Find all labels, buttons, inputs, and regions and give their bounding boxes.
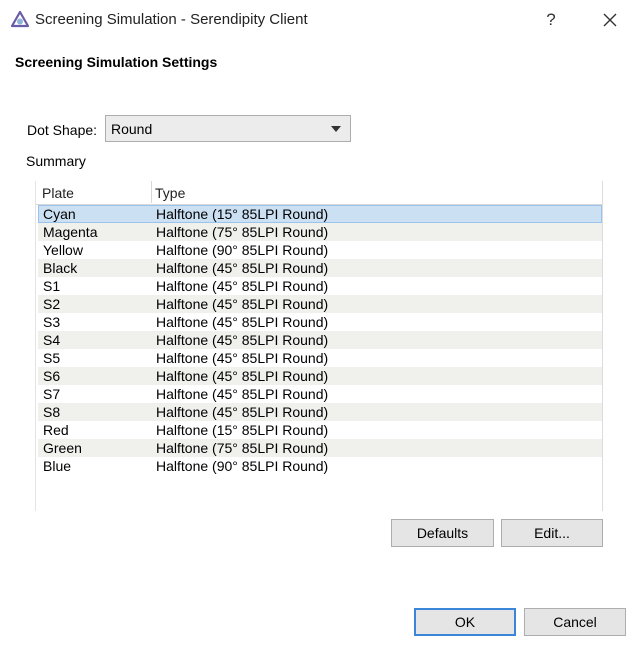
type-cell: Halftone (90° 85LPI Round) — [156, 242, 329, 258]
type-cell: Halftone (45° 85LPI Round) — [156, 260, 329, 276]
plate-cell: Black — [43, 260, 78, 276]
type-cell: Halftone (75° 85LPI Round) — [156, 440, 329, 456]
type-cell: Halftone (45° 85LPI Round) — [156, 386, 329, 402]
dot-shape-value: Round — [111, 121, 153, 137]
type-cell: Halftone (45° 85LPI Round) — [156, 368, 329, 384]
table-row[interactable]: Cyan Halftone (15° 85LPI Round) — [38, 205, 602, 223]
column-header-plate[interactable]: Plate — [42, 185, 74, 201]
title-bar: Screening Simulation - Serendipity Clien… — [0, 0, 640, 40]
type-cell: Halftone (45° 85LPI Round) — [156, 350, 329, 366]
summary-table[interactable]: Plate Type Cyan Halftone (15° 85LPI Round… — [35, 181, 603, 511]
app-logo-icon — [10, 10, 30, 28]
plate-cell: Yellow — [43, 242, 83, 258]
plate-cell: S5 — [43, 350, 61, 366]
dot-shape-label: Dot Shape: — [27, 122, 98, 138]
cancel-button[interactable]: Cancel — [524, 608, 626, 636]
plate-cell: Green — [43, 440, 82, 456]
defaults-button[interactable]: Defaults — [391, 519, 494, 547]
table-header: Plate Type — [36, 181, 602, 205]
plate-cell: S4 — [43, 332, 61, 348]
type-cell: Halftone (45° 85LPI Round) — [156, 404, 329, 420]
dot-shape-select[interactable]: Round — [105, 115, 351, 142]
ok-button[interactable]: OK — [414, 608, 516, 636]
table-row[interactable]: S8 Halftone (45° 85LPI Round) — [38, 403, 602, 421]
table-row[interactable]: Yellow Halftone (90° 85LPI Round) — [38, 241, 602, 259]
type-cell: Halftone (45° 85LPI Round) — [156, 278, 329, 294]
page-title: Screening Simulation Settings — [15, 54, 218, 70]
plate-cell: Magenta — [43, 224, 98, 240]
table-row[interactable]: Green Halftone (75° 85LPI Round) — [38, 439, 602, 457]
plate-cell: S2 — [43, 296, 61, 312]
table-row[interactable]: Red Halftone (15° 85LPI Round) — [38, 421, 602, 439]
summary-label: Summary — [26, 153, 86, 169]
table-row[interactable]: S5 Halftone (45° 85LPI Round) — [38, 349, 602, 367]
type-cell: Halftone (90° 85LPI Round) — [156, 458, 329, 474]
table-row[interactable]: Magenta Halftone (75° 85LPI Round) — [38, 223, 602, 241]
edit-button[interactable]: Edit... — [501, 519, 603, 547]
type-cell: Halftone (45° 85LPI Round) — [156, 314, 329, 330]
type-cell: Halftone (45° 85LPI Round) — [156, 332, 329, 348]
plate-cell: S6 — [43, 368, 61, 384]
table-row[interactable]: Blue Halftone (90° 85LPI Round) — [38, 457, 602, 475]
plate-cell: Blue — [43, 458, 72, 474]
close-icon[interactable] — [596, 6, 624, 34]
table-row[interactable]: S1 Halftone (45° 85LPI Round) — [38, 277, 602, 295]
table-row[interactable]: S4 Halftone (45° 85LPI Round) — [38, 331, 602, 349]
table-row[interactable]: S7 Halftone (45° 85LPI Round) — [38, 385, 602, 403]
plate-cell: S8 — [43, 404, 61, 420]
window-title: Screening Simulation - Serendipity Clien… — [35, 11, 308, 28]
column-header-type[interactable]: Type — [155, 185, 185, 201]
table-row[interactable]: S6 Halftone (45° 85LPI Round) — [38, 367, 602, 385]
plate-cell: S1 — [43, 278, 61, 294]
table-row[interactable]: Black Halftone (45° 85LPI Round) — [38, 259, 602, 277]
type-cell: Halftone (45° 85LPI Round) — [156, 296, 329, 312]
table-row[interactable]: S3 Halftone (45° 85LPI Round) — [38, 313, 602, 331]
help-button[interactable]: ? — [541, 8, 561, 32]
plate-cell: S3 — [43, 314, 61, 330]
plate-cell: Cyan — [43, 206, 76, 222]
plate-cell: S7 — [43, 386, 61, 402]
chevron-down-icon — [331, 126, 341, 132]
table-row[interactable]: S2 Halftone (45° 85LPI Round) — [38, 295, 602, 313]
plate-cell: Red — [43, 422, 69, 438]
type-cell: Halftone (75° 85LPI Round) — [156, 224, 329, 240]
column-divider[interactable] — [151, 181, 152, 203]
type-cell: Halftone (15° 85LPI Round) — [156, 422, 329, 438]
type-cell: Halftone (15° 85LPI Round) — [156, 206, 329, 222]
table-body: Cyan Halftone (15° 85LPI Round) Magenta Hal… — [38, 205, 602, 475]
